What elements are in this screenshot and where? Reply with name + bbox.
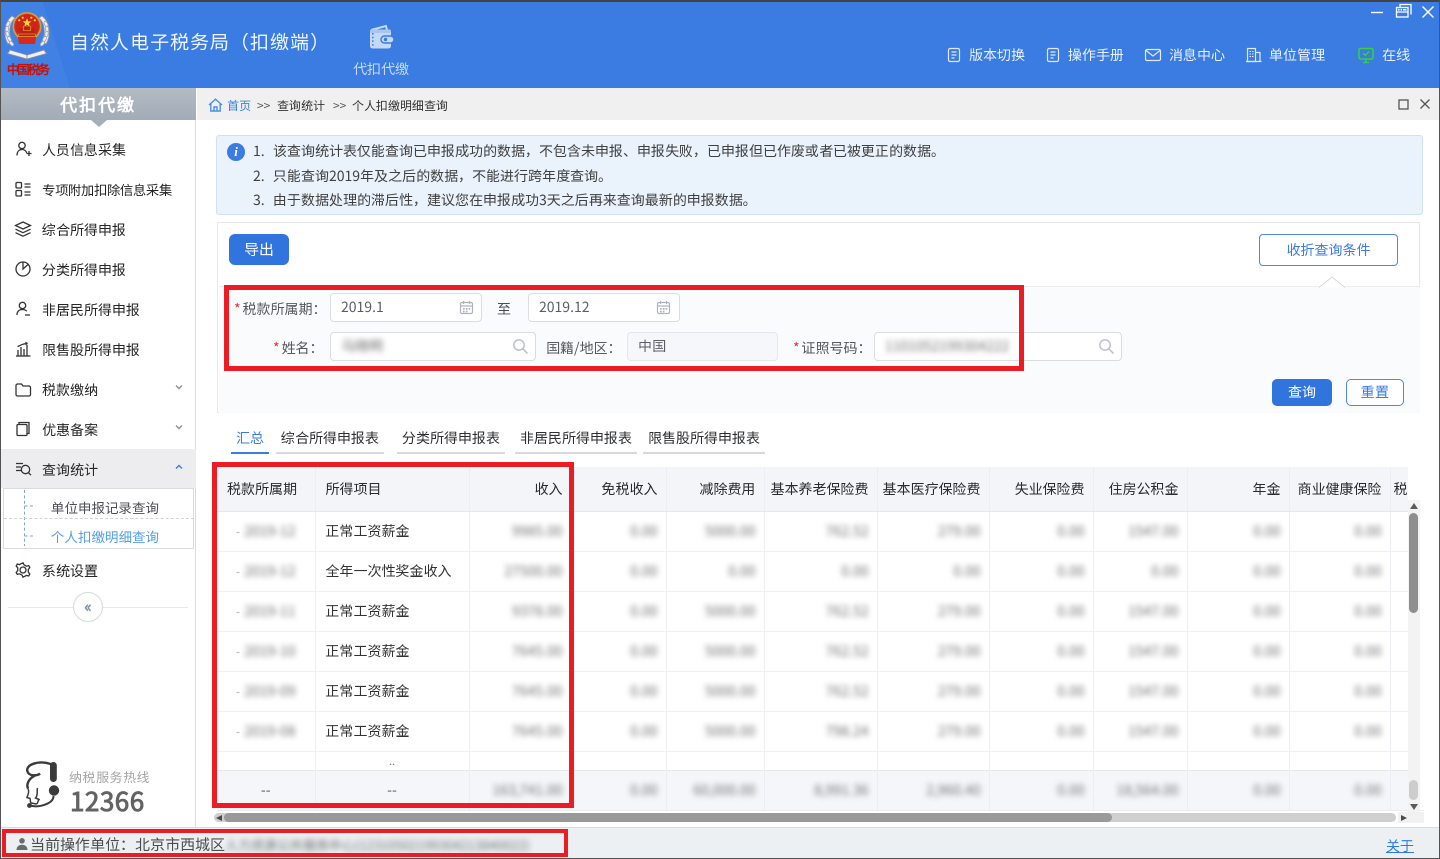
- svg-text:中国税务: 中国税务: [7, 59, 50, 78]
